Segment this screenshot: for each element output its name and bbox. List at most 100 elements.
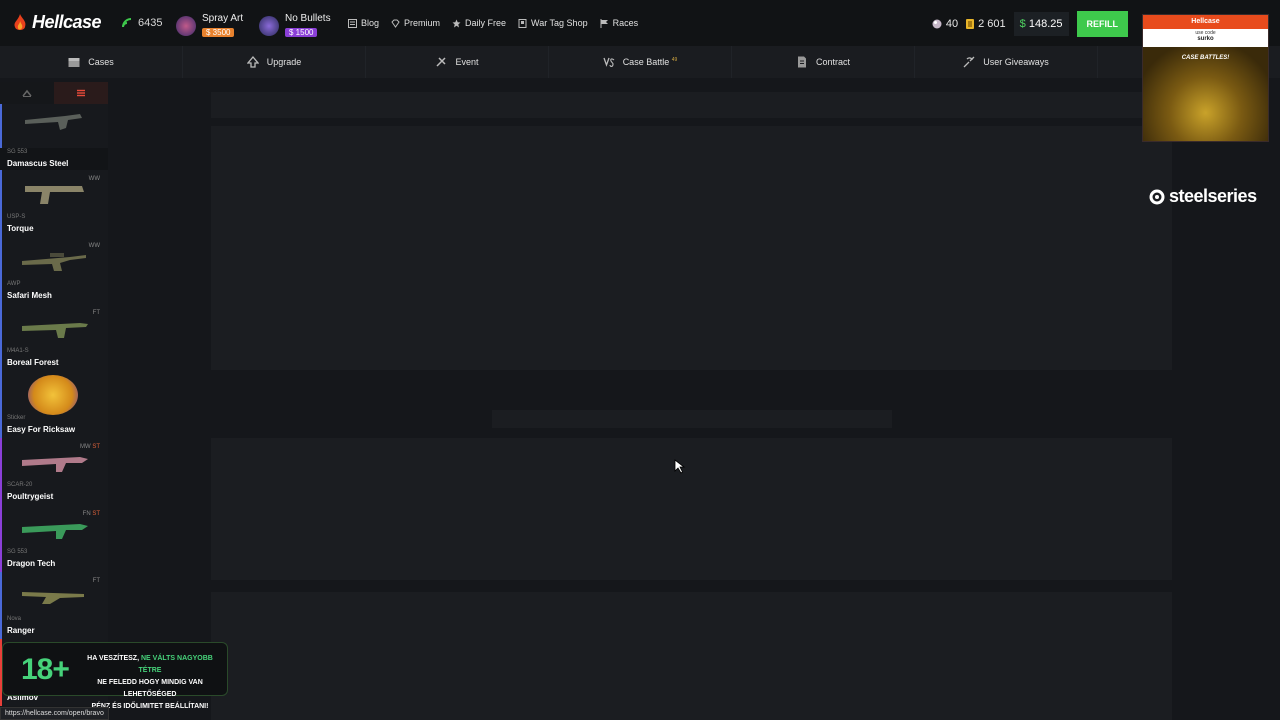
tab-contract[interactable]: Contract: [732, 46, 915, 78]
drop-skin-name: Damascus Steel: [7, 159, 69, 168]
drop-item[interactable]: WW AWP Safari Mesh: [0, 237, 108, 304]
promo-card[interactable]: Hellcase use code surko CASE BATTLES!: [1142, 14, 1269, 142]
nav-label: Races: [612, 18, 639, 28]
tab-cases[interactable]: Cases: [0, 46, 183, 78]
star-icon: [452, 19, 461, 27]
promo-caption: CASE BATTLES!: [1181, 55, 1230, 61]
online-count: 6435: [138, 17, 163, 29]
giveaway-icon: [963, 56, 975, 68]
nav-premium[interactable]: Premium: [391, 18, 440, 28]
drop-weapon-type: AWP: [7, 281, 21, 287]
drop-weapon-type: Sticker: [7, 415, 26, 421]
nav-label: Blog: [361, 18, 380, 28]
flag-icon: [600, 18, 608, 28]
drop-item[interactable]: SG 553 Damascus Steel: [0, 104, 108, 168]
drop-weapon-type: M4A1-S: [7, 348, 29, 354]
nav-daily-free[interactable]: Daily Free: [452, 18, 506, 28]
promo-brand: Hellcase: [1143, 15, 1268, 29]
nav-races[interactable]: Races: [600, 18, 639, 28]
tab-text: Case Battle: [622, 57, 670, 67]
warning-text: PÉNZ ÉS IDŐLIMITET BEÁLLÍTANI!: [91, 703, 209, 710]
sponsor-logo[interactable]: steelseries: [1148, 186, 1257, 207]
drop-item[interactable]: MW ST SCAR-20 Poultrygeist: [0, 438, 108, 505]
tab-all-drops[interactable]: [54, 82, 108, 104]
refill-button[interactable]: REFILL: [1076, 11, 1128, 37]
drop-item[interactable]: FN ST SG 553 Dragon Tech: [0, 505, 108, 572]
top-nav: Blog Premium Daily Free War Tag Shop Rac…: [348, 18, 638, 28]
drop-price: $ 1500: [285, 28, 318, 37]
drop-condition: WW: [88, 176, 100, 182]
top-drops-icon: [22, 89, 32, 97]
balance-amount: 148.25: [1028, 18, 1063, 30]
tab-label: Event: [455, 57, 479, 67]
blog-icon: [348, 18, 357, 28]
responsible-gaming-banner: 18+ HA VESZÍTESZ, NE VÁLTS NAGYOBB TÉTRE…: [2, 642, 228, 710]
balance[interactable]: $ 148.25: [1013, 12, 1069, 36]
avatar: [259, 15, 279, 36]
cursor-icon: [674, 459, 686, 474]
tab-user-giveaways[interactable]: User Giveaways: [915, 46, 1098, 78]
warning-message: HA VESZÍTESZ, NE VÁLTS NAGYOBB TÉTRE NE …: [75, 653, 225, 713]
tab-top-drops[interactable]: [0, 82, 54, 104]
tab-event[interactable]: Event: [366, 46, 549, 78]
drop-condition: WW: [88, 243, 100, 249]
coins-counter[interactable]: 2 601: [966, 18, 1006, 30]
pistol-image: [25, 186, 84, 204]
drop-weapon-type: Nova: [7, 616, 22, 622]
gems-count: 40: [945, 18, 959, 30]
main-nav: Cases Upgrade Event Case Battle 49 Contr…: [0, 46, 1280, 78]
skeleton-hero: [211, 126, 1172, 370]
battle-count-badge: 49: [671, 57, 678, 63]
avatar: [176, 15, 196, 36]
drop-item[interactable]: FT Nova Ranger: [0, 572, 108, 639]
drop-skin-name: Ranger: [7, 626, 35, 635]
skeleton-title: [492, 410, 892, 428]
nav-war-tag-shop[interactable]: War Tag Shop: [518, 18, 588, 28]
gem-icon: [932, 19, 942, 29]
drop-weapon-type: SCAR-20: [7, 482, 33, 488]
drop-price: $ 3500: [202, 28, 235, 37]
tab-label: Case Battle 49: [623, 57, 678, 67]
tab-upgrade[interactable]: Upgrade: [183, 46, 366, 78]
upgrade-icon: [246, 56, 259, 68]
sticker-image: [28, 375, 78, 415]
drop-weapon-type: USP-S: [7, 214, 26, 220]
age-limit: 18+: [21, 653, 70, 686]
shotgun-image: [22, 592, 84, 604]
rifle-image: [25, 114, 82, 130]
main-content: [211, 78, 1172, 720]
gems-counter[interactable]: 40: [932, 18, 958, 30]
online-counter: 6435: [122, 17, 162, 29]
stattrak-label: ST: [92, 511, 100, 517]
brand-name: Hellcase: [32, 12, 102, 32]
tab-label: User Giveaways: [983, 57, 1049, 67]
drop-item[interactable]: Sticker Easy For Ricksaw: [0, 371, 108, 438]
skeleton-section: [211, 438, 1172, 580]
currency-symbol: $: [1019, 18, 1026, 30]
stattrak-label: ST: [92, 444, 100, 450]
signal-icon: [122, 18, 132, 28]
coins-count: 2 601: [978, 18, 1006, 30]
hellcase-logo[interactable]: Hellcase: [12, 12, 102, 33]
list-icon: [77, 89, 85, 97]
wallet: 40 2 601 $ 148.25 REFILL: [932, 11, 1128, 37]
drop-item[interactable]: FT M4A1-S Boreal Forest: [0, 304, 108, 371]
drop-skin-name: Safari Mesh: [7, 291, 52, 300]
warning-text: NE FELEDD HOGY MINDIG VAN LEHETŐSÉGED: [97, 679, 203, 698]
steelseries-icon: [1149, 189, 1165, 204]
tab-case-battle[interactable]: Case Battle 49: [549, 46, 732, 78]
skeleton-banner: [211, 92, 1172, 118]
live-drop-2[interactable]: No Bullets $ 1500: [259, 13, 331, 38]
drop-item[interactable]: WW USP-S Torque: [0, 170, 108, 237]
warning-highlight: NE VÁLTS NAGYOBB TÉTRE: [138, 655, 213, 674]
sponsor-name: steelseries: [1169, 186, 1257, 206]
rifle-image: [22, 524, 88, 539]
nav-blog[interactable]: Blog: [348, 18, 379, 28]
nav-label: War Tag Shop: [531, 18, 588, 28]
tab-label: Contract: [815, 57, 850, 67]
nav-label: Premium: [404, 18, 441, 28]
box-icon: [68, 58, 80, 67]
nav-label: Daily Free: [465, 18, 507, 28]
live-drop-1[interactable]: Spray Art $ 3500: [176, 13, 243, 38]
sniper-image: [22, 253, 86, 271]
